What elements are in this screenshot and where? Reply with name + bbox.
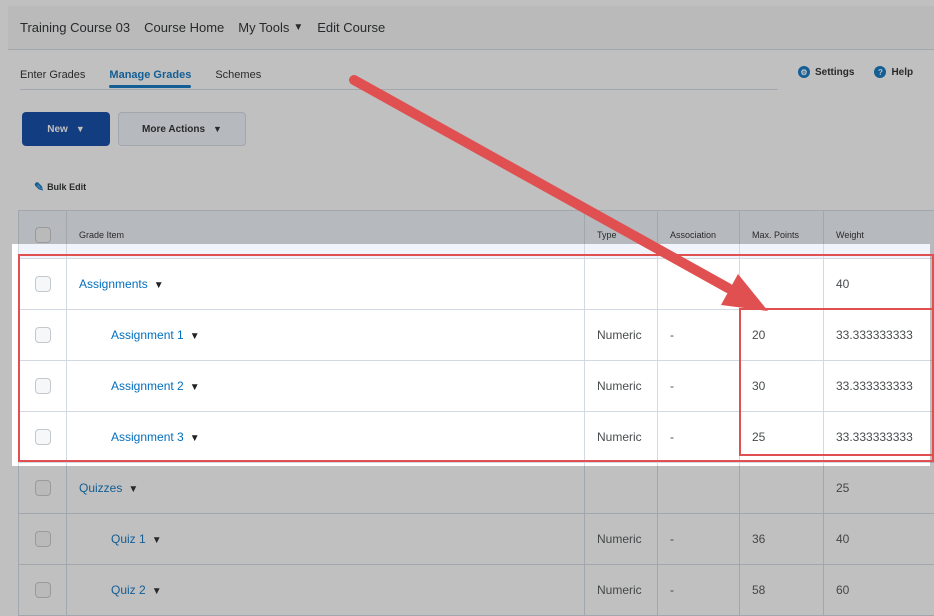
dim-overlay bbox=[0, 244, 12, 466]
dim-overlay bbox=[0, 0, 934, 244]
highlight-box-max-points bbox=[739, 308, 934, 456]
dim-overlay bbox=[0, 466, 934, 616]
